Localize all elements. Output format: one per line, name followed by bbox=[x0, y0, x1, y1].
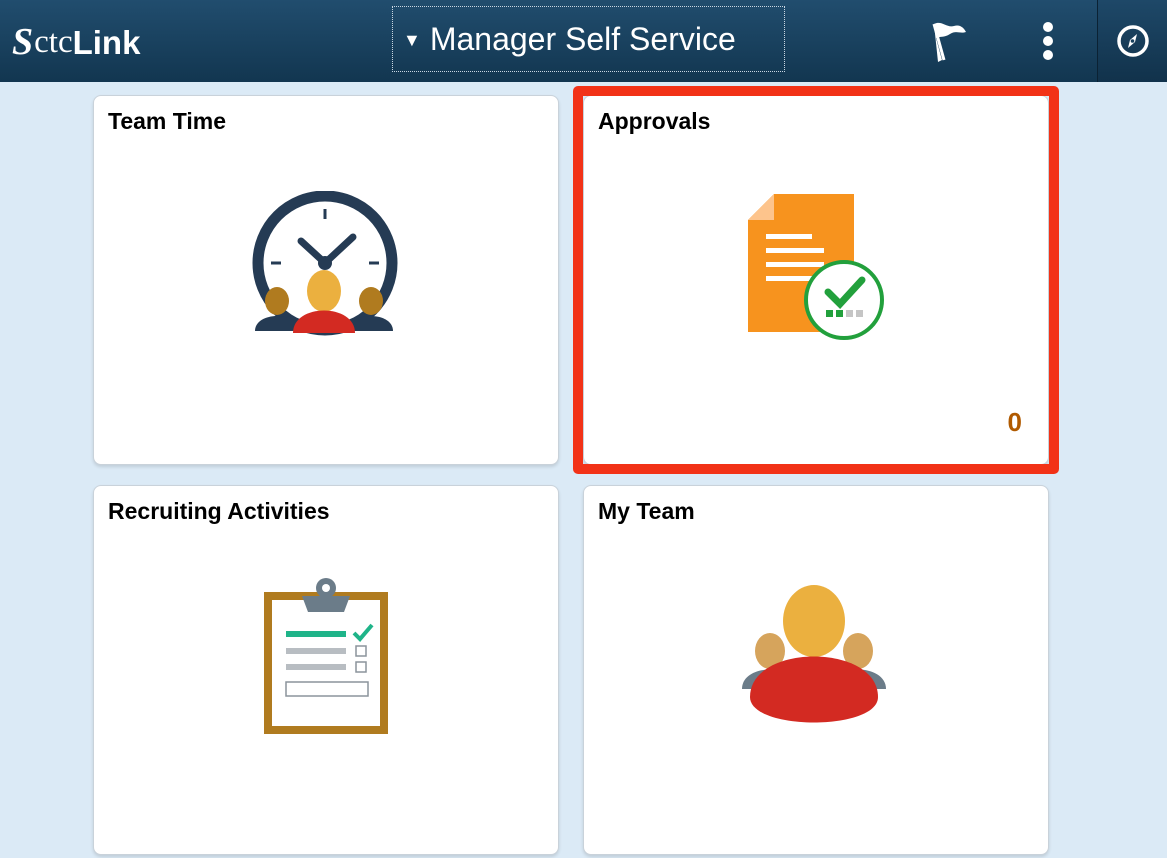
homepage-title: Manager Self Service bbox=[429, 20, 736, 57]
tile-title: Team Time bbox=[108, 108, 227, 134]
tile-my-team[interactable]: My Team bbox=[583, 485, 1049, 855]
clipboard-checklist-icon bbox=[264, 578, 388, 734]
approvals-count: 0 bbox=[1007, 407, 1022, 437]
compass-icon bbox=[1117, 25, 1149, 57]
tile-recruiting-activities[interactable]: Recruiting Activities bbox=[93, 485, 559, 855]
actions-menu-button[interactable] bbox=[1026, 8, 1070, 74]
logo-s: S bbox=[12, 21, 34, 63]
triangle-down-icon: ▼ bbox=[403, 29, 421, 50]
team-time-clock-icon bbox=[252, 191, 398, 336]
homepage-selector[interactable]: ▼ Manager Self Service bbox=[392, 6, 785, 72]
tile-title: My Team bbox=[598, 498, 695, 524]
logo-ctc: ctc bbox=[34, 23, 73, 60]
flag-icon bbox=[932, 22, 966, 62]
approvals-document-check-icon bbox=[748, 194, 884, 340]
vertical-ellipsis-icon bbox=[1043, 22, 1053, 60]
logo-link: Link bbox=[72, 23, 141, 61]
team-people-icon bbox=[742, 585, 886, 723]
tile-approvals[interactable]: Approvals 0 bbox=[583, 95, 1049, 465]
notifications-button[interactable] bbox=[922, 8, 974, 74]
ctclink-logo[interactable]: S ctc Link bbox=[12, 20, 140, 64]
banner: S ctc Link ▼ Manager Self Service bbox=[0, 0, 1167, 82]
tile-team-time[interactable]: Team Time bbox=[93, 95, 559, 465]
tile-title: Approvals bbox=[598, 108, 711, 134]
tile-title: Recruiting Activities bbox=[108, 498, 330, 524]
navbar-button[interactable] bbox=[1097, 0, 1167, 82]
